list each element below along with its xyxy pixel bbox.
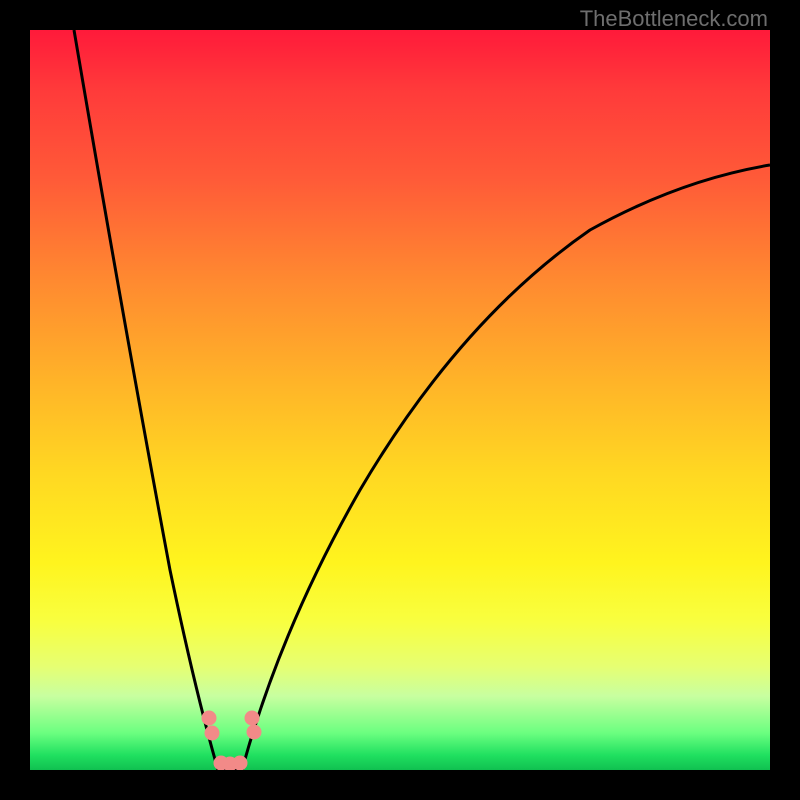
chart-root: { "watermark": "TheBottleneck.com", "col… (0, 0, 800, 800)
marker-dot (233, 756, 248, 771)
watermark-text: TheBottleneck.com (580, 6, 768, 32)
markers-layer (30, 30, 770, 770)
marker-dot (247, 725, 262, 740)
plot-area (30, 30, 770, 770)
marker-dot (202, 711, 217, 726)
marker-dot (245, 711, 260, 726)
marker-dot (205, 726, 220, 741)
